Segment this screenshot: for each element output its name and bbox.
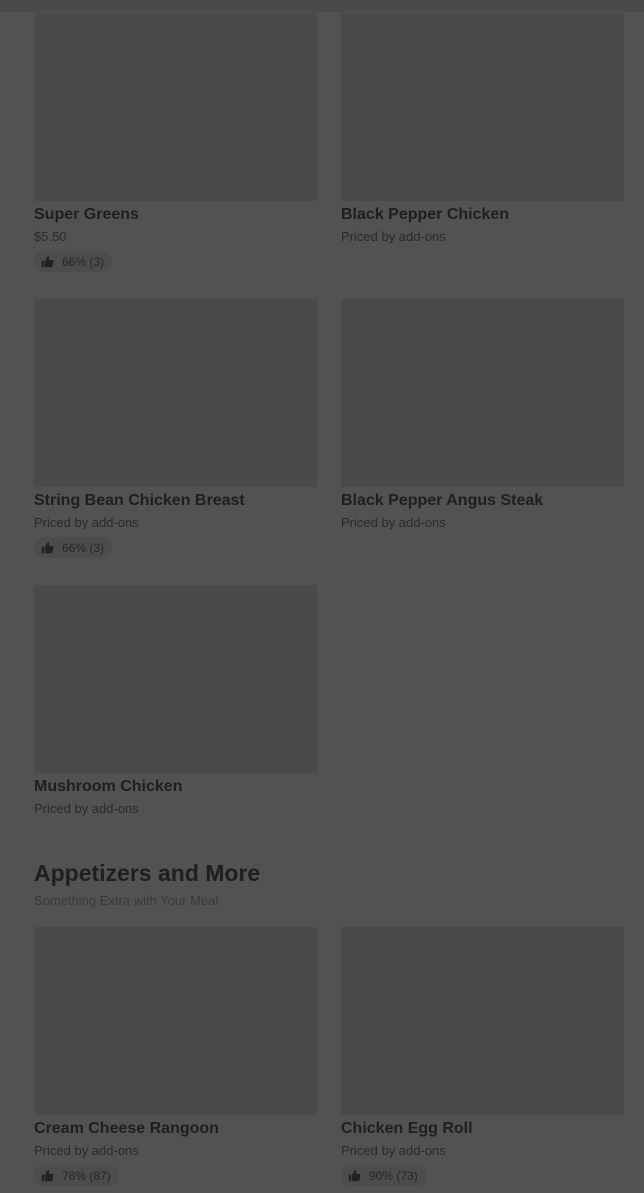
menu-item-price: Priced by add-ons <box>341 1143 446 1158</box>
rating-badge: 78% (87) <box>34 1165 119 1186</box>
menu-item-image <box>341 13 624 201</box>
menu-item-name: Chicken Egg Roll <box>341 1120 473 1137</box>
menu-item-name: Black Pepper Angus Steak <box>341 492 544 509</box>
menu-page: Super Greens $5.50 66% (3) Black Pepper … <box>0 0 644 1193</box>
rating-text: 78% (87) <box>62 1168 111 1183</box>
menu-item-name: Black Pepper Chicken <box>341 206 510 223</box>
rating-text: 66% (3) <box>62 254 105 269</box>
rating-text: 90% (73) <box>369 1168 418 1183</box>
menu-item-card[interactable]: String Bean Chicken Breast Priced by add… <box>34 299 317 559</box>
menu-item-card[interactable]: Black Pepper Angus Steak Priced by add-o… <box>341 299 624 530</box>
thumbs-up-icon <box>41 1170 54 1182</box>
rating-badge: 90% (73) <box>341 1165 426 1186</box>
top-divider <box>0 0 644 12</box>
menu-item-card[interactable]: Mushroom Chicken Priced by add-ons <box>34 585 317 816</box>
menu-item-name: Cream Cheese Rangoon <box>34 1120 219 1137</box>
menu-item-price: Priced by add-ons <box>34 515 139 530</box>
menu-item-image <box>341 299 624 487</box>
menu-item-card[interactable]: Chicken Egg Roll Priced by add-ons 90% (… <box>341 927 624 1187</box>
menu-item-name: Mushroom Chicken <box>34 778 183 795</box>
rating-badge: 66% (3) <box>34 537 113 558</box>
menu-item-image <box>34 927 317 1115</box>
menu-item-price: Priced by add-ons <box>341 515 446 530</box>
menu-item-card[interactable]: Cream Cheese Rangoon Priced by add-ons 7… <box>34 927 317 1187</box>
menu-item-card[interactable]: Super Greens $5.50 66% (3) <box>34 13 317 273</box>
menu-item-image <box>34 13 317 201</box>
menu-item-name: String Bean Chicken Breast <box>34 492 245 509</box>
menu-item-image <box>341 927 624 1115</box>
menu-item-card[interactable]: Black Pepper Chicken Priced by add-ons <box>341 13 624 244</box>
section-title: Appetizers and More <box>34 860 261 886</box>
thumbs-up-icon <box>348 1170 361 1182</box>
section-subtitle: Something Extra with Your Meal <box>34 893 219 908</box>
menu-item-price: $5.50 <box>34 229 67 244</box>
rating-text: 66% (3) <box>62 540 105 555</box>
menu-item-price: Priced by add-ons <box>341 229 446 244</box>
menu-item-image <box>34 299 317 487</box>
thumbs-up-icon <box>41 256 54 268</box>
thumbs-up-icon <box>41 542 54 554</box>
menu-item-price: Priced by add-ons <box>34 801 139 816</box>
rating-badge: 66% (3) <box>34 251 113 272</box>
menu-item-name: Super Greens <box>34 206 139 223</box>
menu-item-image <box>34 585 317 773</box>
menu-item-price: Priced by add-ons <box>34 1143 139 1158</box>
